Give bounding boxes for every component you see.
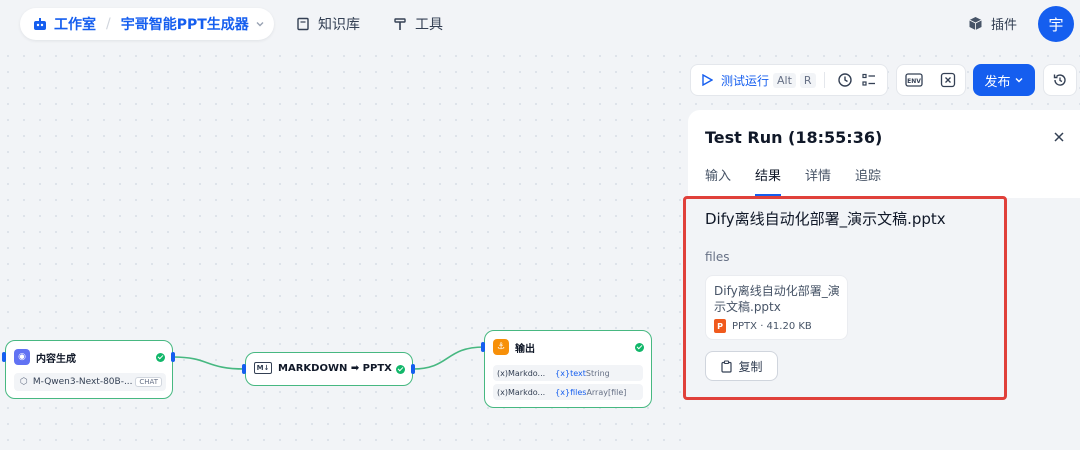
svg-text:ENV: ENV bbox=[907, 78, 921, 85]
tab-result[interactable]: 结果 bbox=[755, 165, 782, 197]
env-toolbar: ENV bbox=[896, 64, 966, 96]
shortcut-r: R bbox=[799, 72, 816, 88]
node-header: ⚓ 输出 bbox=[493, 339, 535, 355]
output-var: {x}files bbox=[555, 387, 587, 397]
node-markdown-to-pptx[interactable]: M↓ MARKDOWN ➡ PPTX bbox=[245, 352, 413, 386]
edge-md-out bbox=[412, 346, 485, 370]
file-size: PPTX · 41.20 KB bbox=[732, 320, 812, 332]
input-port[interactable] bbox=[2, 352, 6, 362]
publish-button[interactable]: 发布 bbox=[973, 64, 1035, 96]
node-title: MARKDOWN ➡ PPTX bbox=[278, 362, 392, 374]
avatar[interactable]: 宇 bbox=[1038, 6, 1074, 42]
input-port[interactable] bbox=[481, 342, 485, 352]
nav-knowledge[interactable]: 知识库 bbox=[296, 14, 360, 34]
model-cube-icon: ⬡ bbox=[20, 377, 28, 387]
tab-tracing[interactable]: 追踪 bbox=[855, 165, 881, 197]
run-history-button[interactable] bbox=[833, 68, 857, 92]
close-icon[interactable] bbox=[1052, 130, 1066, 144]
output-var: {x}text bbox=[555, 368, 586, 378]
chevron-down-icon bbox=[1015, 78, 1022, 83]
checklist-icon bbox=[861, 73, 875, 86]
panel-tabs: 输入 结果 详情 追踪 bbox=[705, 165, 905, 197]
env-button[interactable]: ENV bbox=[902, 68, 926, 92]
clipboard-icon bbox=[721, 359, 733, 373]
chat-badge: CHAT bbox=[135, 377, 162, 387]
model-name: M-Qwen3-Next-80B-... bbox=[32, 377, 133, 387]
edge-gen-md bbox=[172, 356, 246, 370]
llm-icon: ◉ bbox=[14, 349, 30, 365]
model-selector: ⬡ M-Qwen3-Next-80B-... CHAT bbox=[14, 373, 166, 391]
history-icon bbox=[1053, 74, 1066, 86]
version-history-button[interactable] bbox=[1043, 64, 1077, 96]
workspace-link[interactable]: 工作室 bbox=[54, 14, 96, 34]
output-source: (x)Markdo... bbox=[497, 387, 546, 397]
node-header: ◉ 内容生成 bbox=[14, 349, 76, 365]
copy-button[interactable]: 复制 bbox=[705, 351, 778, 381]
nav-plugins[interactable]: 插件 bbox=[968, 14, 1017, 33]
chevron-down-icon[interactable] bbox=[255, 19, 265, 29]
file-card[interactable]: Dify离线自动化部署_演示文稿.pptx P PPTX · 41.20 KB bbox=[705, 275, 848, 340]
play-icon[interactable] bbox=[701, 74, 713, 86]
variable-icon bbox=[940, 72, 956, 88]
shortcut-alt: Alt bbox=[773, 72, 796, 88]
file-meta: P PPTX · 41.20 KB bbox=[714, 319, 839, 333]
node-content-generation[interactable]: ◉ 内容生成 ⬡ M-Qwen3-Next-80B-... CHAT bbox=[5, 340, 173, 399]
tab-input[interactable]: 输入 bbox=[705, 165, 731, 197]
output-port[interactable] bbox=[411, 364, 415, 374]
app-name[interactable]: 宇哥智能PPT生成器 bbox=[121, 14, 249, 34]
variables-button[interactable] bbox=[936, 68, 960, 92]
output-port[interactable] bbox=[171, 352, 175, 362]
breadcrumb: 工作室 / 宇哥智能PPT生成器 bbox=[20, 8, 274, 40]
success-check-icon bbox=[635, 343, 644, 352]
panel-title: Test Run (18:55:36) bbox=[705, 128, 883, 147]
nav-tools-label: 工具 bbox=[415, 17, 443, 33]
files-label: files bbox=[705, 250, 730, 264]
robot-icon bbox=[34, 18, 46, 30]
input-port[interactable] bbox=[242, 364, 246, 374]
output-type: String bbox=[585, 368, 610, 378]
hammer-icon bbox=[394, 18, 406, 30]
nav-tools[interactable]: 工具 bbox=[393, 14, 443, 34]
node-title: 内容生成 bbox=[36, 353, 76, 365]
env-icon: ENV bbox=[905, 73, 923, 87]
test-run-button[interactable]: 测试运行 bbox=[721, 72, 769, 89]
top-nav: 工作室 / 宇哥智能PPT生成器 知识库 工具 插件 宇 bbox=[0, 0, 1080, 48]
output-type: Array[file] bbox=[586, 387, 627, 397]
clock-play-icon bbox=[837, 73, 852, 87]
markdown-icon: M↓ bbox=[254, 362, 272, 374]
success-check-icon bbox=[396, 365, 405, 374]
cube-icon bbox=[969, 17, 982, 30]
pptx-file-icon: P bbox=[714, 319, 726, 333]
publish-label: 发布 bbox=[984, 74, 1011, 90]
nav-plugins-label: 插件 bbox=[991, 18, 1018, 33]
book-icon bbox=[297, 17, 309, 31]
copy-label: 复制 bbox=[738, 359, 763, 374]
checklist-button[interactable] bbox=[857, 68, 881, 92]
success-check-icon bbox=[156, 353, 165, 362]
result-file-title: Dify离线自动化部署_演示文稿.pptx bbox=[705, 210, 946, 228]
tab-detail[interactable]: 详情 bbox=[805, 165, 831, 197]
toolbar-divider bbox=[823, 72, 825, 88]
file-name: Dify离线自动化部署_演示文稿.pptx bbox=[714, 284, 840, 314]
node-title: 输出 bbox=[515, 343, 535, 355]
node-header: M↓ MARKDOWN ➡ PPTX bbox=[254, 362, 392, 374]
output-variable-row: (x)Markdo... {x}files Array[file] bbox=[493, 384, 643, 400]
node-output[interactable]: ⚓ 输出 (x)Markdo... {x}text String (x)Mark… bbox=[484, 330, 652, 408]
output-source: (x)Markdo... bbox=[497, 368, 546, 378]
test-run-toolbar: 测试运行 Alt R bbox=[690, 64, 888, 96]
output-variable-row: (x)Markdo... {x}text String bbox=[493, 365, 643, 381]
panel-header: Test Run (18:55:36) 输入 结果 详情 追踪 bbox=[688, 110, 1080, 198]
breadcrumb-separator: / bbox=[106, 16, 111, 32]
nav-knowledge-label: 知识库 bbox=[318, 17, 360, 33]
output-icon: ⚓ bbox=[493, 339, 509, 355]
